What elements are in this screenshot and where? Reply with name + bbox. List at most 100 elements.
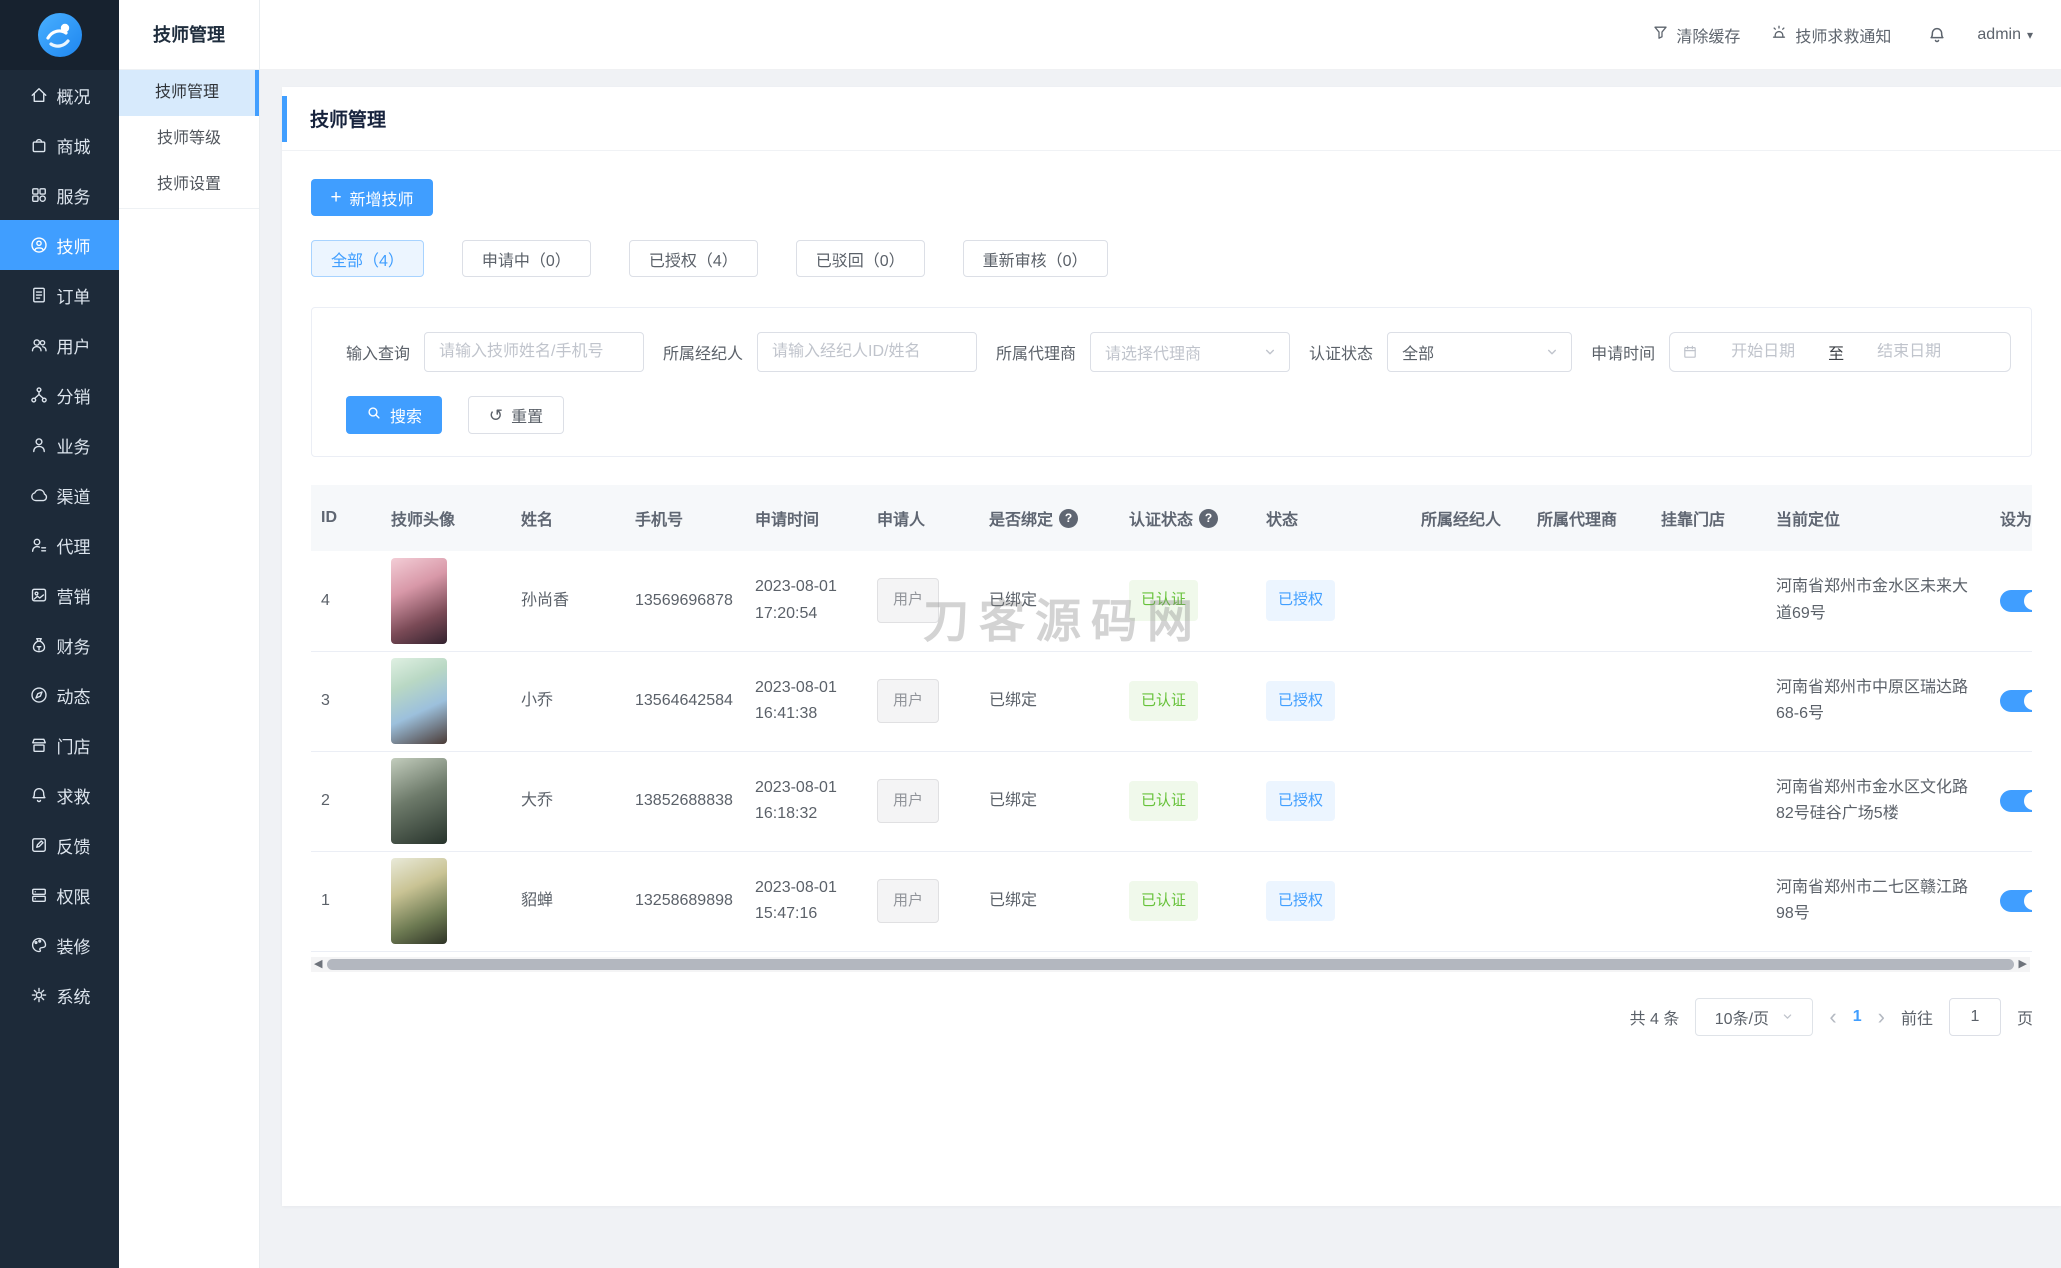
- cell-status: 已授权: [1256, 751, 1411, 852]
- sidebar-item-label: 营销: [56, 587, 91, 607]
- pagination: 共 4 条 10条/页 ‹ 1 › 前往 页: [311, 997, 2033, 1036]
- business-icon: [29, 435, 49, 455]
- scrollbar-thumb[interactable]: [327, 958, 2014, 970]
- applicant-tag[interactable]: 用户: [877, 878, 940, 924]
- tab-recheck[interactable]: 重新审核（0）: [962, 240, 1108, 277]
- sidebar-item-label: 技师: [56, 237, 91, 257]
- chevron-down-icon: [1781, 1010, 1794, 1023]
- title-accent-bar: [282, 96, 287, 142]
- recommend-toggle[interactable]: [2000, 790, 2032, 812]
- applicant-tag[interactable]: 用户: [877, 778, 940, 824]
- sidebar-item-finance[interactable]: 财务: [0, 620, 119, 670]
- next-page-button[interactable]: ›: [1878, 1005, 1885, 1028]
- filter-row: 输入查询 所属经纪人 所属代理商 请选择代理商: [346, 332, 2031, 372]
- cell-phone: 13564642584: [625, 651, 745, 752]
- sidebar-item-system[interactable]: 系统: [0, 970, 119, 1020]
- keyword-input[interactable]: [424, 332, 645, 372]
- recommend-toggle[interactable]: [2000, 890, 2032, 912]
- sidebar-item-distribution[interactable]: 分销: [0, 370, 119, 420]
- sidebar-item-updates[interactable]: 动态: [0, 670, 119, 720]
- auth-status-badge: 已认证: [1129, 880, 1199, 922]
- sidebar-item-sos[interactable]: 求救: [0, 770, 119, 820]
- sidebar-item-stores[interactable]: 门店: [0, 720, 119, 770]
- sidebar-item-users[interactable]: 用户: [0, 320, 119, 370]
- col-header-broker: 所属经纪人: [1411, 485, 1527, 551]
- sidebar-item-mall[interactable]: 商城: [0, 120, 119, 170]
- sidebar-item-technicians[interactable]: 技师: [0, 220, 119, 270]
- sidebar-item-channels[interactable]: 渠道: [0, 470, 119, 520]
- sidebar-item-decoration[interactable]: 装修: [0, 920, 119, 970]
- scroll-right-arrow-icon[interactable]: ▶: [2019, 958, 2027, 970]
- module-title: 技师管理: [119, 0, 259, 70]
- sidebar-item-permissions[interactable]: 权限: [0, 870, 119, 920]
- sidebar-item-business[interactable]: 业务: [0, 420, 119, 470]
- help-icon[interactable]: ?: [1059, 508, 1079, 528]
- broker-input[interactable]: [757, 332, 978, 372]
- auth-status-label: 认证状态: [1309, 346, 1374, 363]
- apply-time-range-picker[interactable]: 至: [1669, 332, 2012, 372]
- recommend-toggle[interactable]: [2000, 589, 2032, 612]
- tab-all[interactable]: 全部（4）: [311, 240, 424, 277]
- col-header-label: 所属代理商: [1537, 512, 1618, 529]
- add-technician-label: 新增技师: [349, 191, 414, 209]
- add-technician-button[interactable]: + 新增技师: [311, 179, 433, 216]
- cell-auth: 已认证: [1119, 551, 1256, 652]
- auth-status-select[interactable]: 全部: [1387, 332, 1573, 372]
- start-date-input[interactable]: [1704, 343, 1823, 361]
- cell-agency: [1527, 651, 1651, 752]
- search-label: 搜索: [389, 409, 422, 426]
- scroll-left-arrow-icon[interactable]: ◀: [314, 958, 322, 970]
- applicant-tag[interactable]: 用户: [877, 678, 940, 724]
- cell-agency: [1527, 751, 1651, 852]
- user-menu[interactable]: admin ▾: [1977, 26, 2033, 44]
- goto-page-input[interactable]: [1948, 997, 2001, 1036]
- applicant-tag[interactable]: 用户: [877, 578, 940, 624]
- page-unit-label: 页: [2016, 1010, 2033, 1028]
- cell-id: 2: [311, 751, 381, 852]
- submenu-item-tech-level[interactable]: 技师等级: [119, 116, 259, 162]
- col-header-label: 姓名: [521, 512, 554, 529]
- filter-actions: 搜索 ↺ 重置: [346, 396, 2031, 434]
- prev-page-button[interactable]: ‹: [1829, 1005, 1836, 1028]
- services-icon: [29, 185, 49, 205]
- col-header-label: 所属经纪人: [1421, 512, 1502, 529]
- notification-bell-icon[interactable]: [1927, 25, 1947, 45]
- sidebar-item-overview[interactable]: 概况: [0, 70, 119, 120]
- sidebar-item-services[interactable]: 服务: [0, 170, 119, 220]
- reset-button[interactable]: ↺ 重置: [468, 396, 564, 434]
- page-size-select[interactable]: 10条/页: [1695, 997, 1814, 1036]
- sos-notice-button[interactable]: 技师求救通知: [1770, 23, 1891, 47]
- cell-phone: 13569696878: [625, 551, 745, 652]
- help-icon[interactable]: ?: [1199, 508, 1219, 528]
- col-header-applicant: 申请人: [867, 485, 979, 551]
- col-header-label: 设为推荐: [2000, 512, 2032, 529]
- cell-phone: 13852688838: [625, 751, 745, 852]
- recommend-toggle[interactable]: [2000, 690, 2032, 712]
- tab-approved[interactable]: 已授权（4）: [628, 240, 758, 277]
- agency-select[interactable]: 请选择代理商: [1090, 332, 1291, 372]
- cell-apply_time: 2023-08-01 15:47:16: [745, 851, 867, 952]
- horizontal-scrollbar[interactable]: ◀ ▶: [311, 956, 2030, 972]
- sidebar-item-marketing[interactable]: 营销: [0, 570, 119, 620]
- sidebar-item-label: 订单: [56, 287, 91, 307]
- sidebar-item-orders[interactable]: 订单: [0, 270, 119, 320]
- cell-store: [1651, 551, 1766, 652]
- cell-bound: 已绑定: [979, 651, 1119, 752]
- cell-store: [1651, 751, 1766, 852]
- end-date-input[interactable]: [1850, 343, 1969, 361]
- col-header-label: 技师头像: [391, 512, 456, 529]
- cell-name: 大乔: [511, 751, 625, 852]
- tab-rejected[interactable]: 已驳回（0）: [795, 240, 925, 277]
- sidebar-item-feedback[interactable]: 反馈: [0, 820, 119, 870]
- col-header-apply_time: 申请时间: [745, 485, 867, 551]
- submenu-item-tech-setting[interactable]: 技师设置: [119, 162, 259, 208]
- permissions-icon: [29, 885, 49, 905]
- clear-cache-button[interactable]: 清除缓存: [1652, 23, 1740, 47]
- search-button[interactable]: 搜索: [346, 396, 442, 434]
- sidebar-item-agents[interactable]: 代理: [0, 520, 119, 570]
- cell-broker: [1411, 651, 1527, 752]
- page-number-1[interactable]: 1: [1853, 1008, 1862, 1026]
- tab-applying[interactable]: 申请中（0）: [461, 240, 591, 277]
- submenu-item-tech-manage[interactable]: 技师管理: [119, 70, 259, 116]
- sos-icon: [29, 785, 49, 805]
